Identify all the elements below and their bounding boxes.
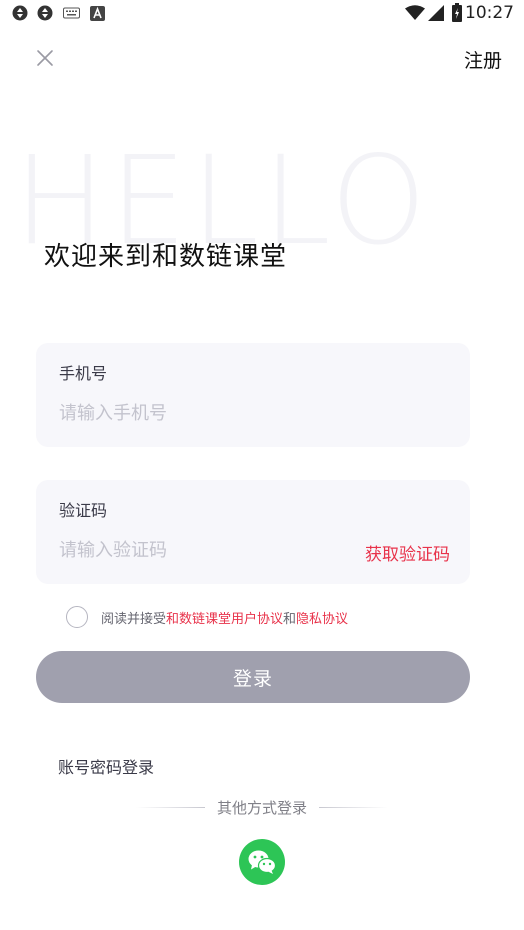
other-methods-divider: 其他方式登录 (136, 796, 389, 818)
login-screen: 10:27 注册 HELLO 欢迎来到和数链课堂 手机号 验证码 获取验证码 阅… (0, 0, 524, 930)
status-time: 10:27 (465, 3, 514, 23)
divider-line (136, 806, 205, 808)
wechat-icon (248, 850, 277, 874)
code-input[interactable] (59, 536, 349, 564)
keyboard-icon (63, 7, 80, 19)
phone-field-card: 手机号 (36, 343, 470, 447)
font-icon (90, 6, 105, 21)
privacy-policy-link[interactable]: 隐私协议 (296, 608, 348, 627)
wifi-icon (405, 5, 425, 20)
agreement-conjunction: 和 (283, 611, 297, 627)
code-field-card: 验证码 获取验证码 (36, 480, 470, 584)
wechat-login-button[interactable] (239, 839, 285, 885)
get-code-button[interactable]: 获取验证码 (365, 540, 450, 565)
login-button[interactable]: 登录 (36, 651, 470, 703)
other-methods-label: 其他方式登录 (217, 798, 308, 817)
battery-icon (452, 3, 462, 22)
agreement-prefix: 阅读并接受 (101, 611, 167, 627)
status-bar: 10:27 (0, 0, 524, 28)
signal-icon (428, 5, 444, 21)
close-icon[interactable] (34, 47, 56, 69)
password-login-link[interactable]: 账号密码登录 (58, 754, 154, 778)
divider-line (319, 806, 389, 808)
agreement-checkbox[interactable] (66, 606, 88, 628)
page-title: 欢迎来到和数链课堂 (44, 242, 288, 272)
phone-label: 手机号 (59, 364, 108, 383)
sync-icon (37, 5, 53, 21)
sync-icon (12, 5, 28, 21)
register-link[interactable]: 注册 (464, 46, 502, 73)
user-agreement-link[interactable]: 和数链课堂用户协议 (166, 608, 283, 627)
phone-input[interactable] (59, 399, 349, 427)
code-label: 验证码 (59, 501, 108, 520)
agreement-row: 阅读并接受 和数链课堂用户协议 和 隐私协议 (66, 606, 348, 628)
